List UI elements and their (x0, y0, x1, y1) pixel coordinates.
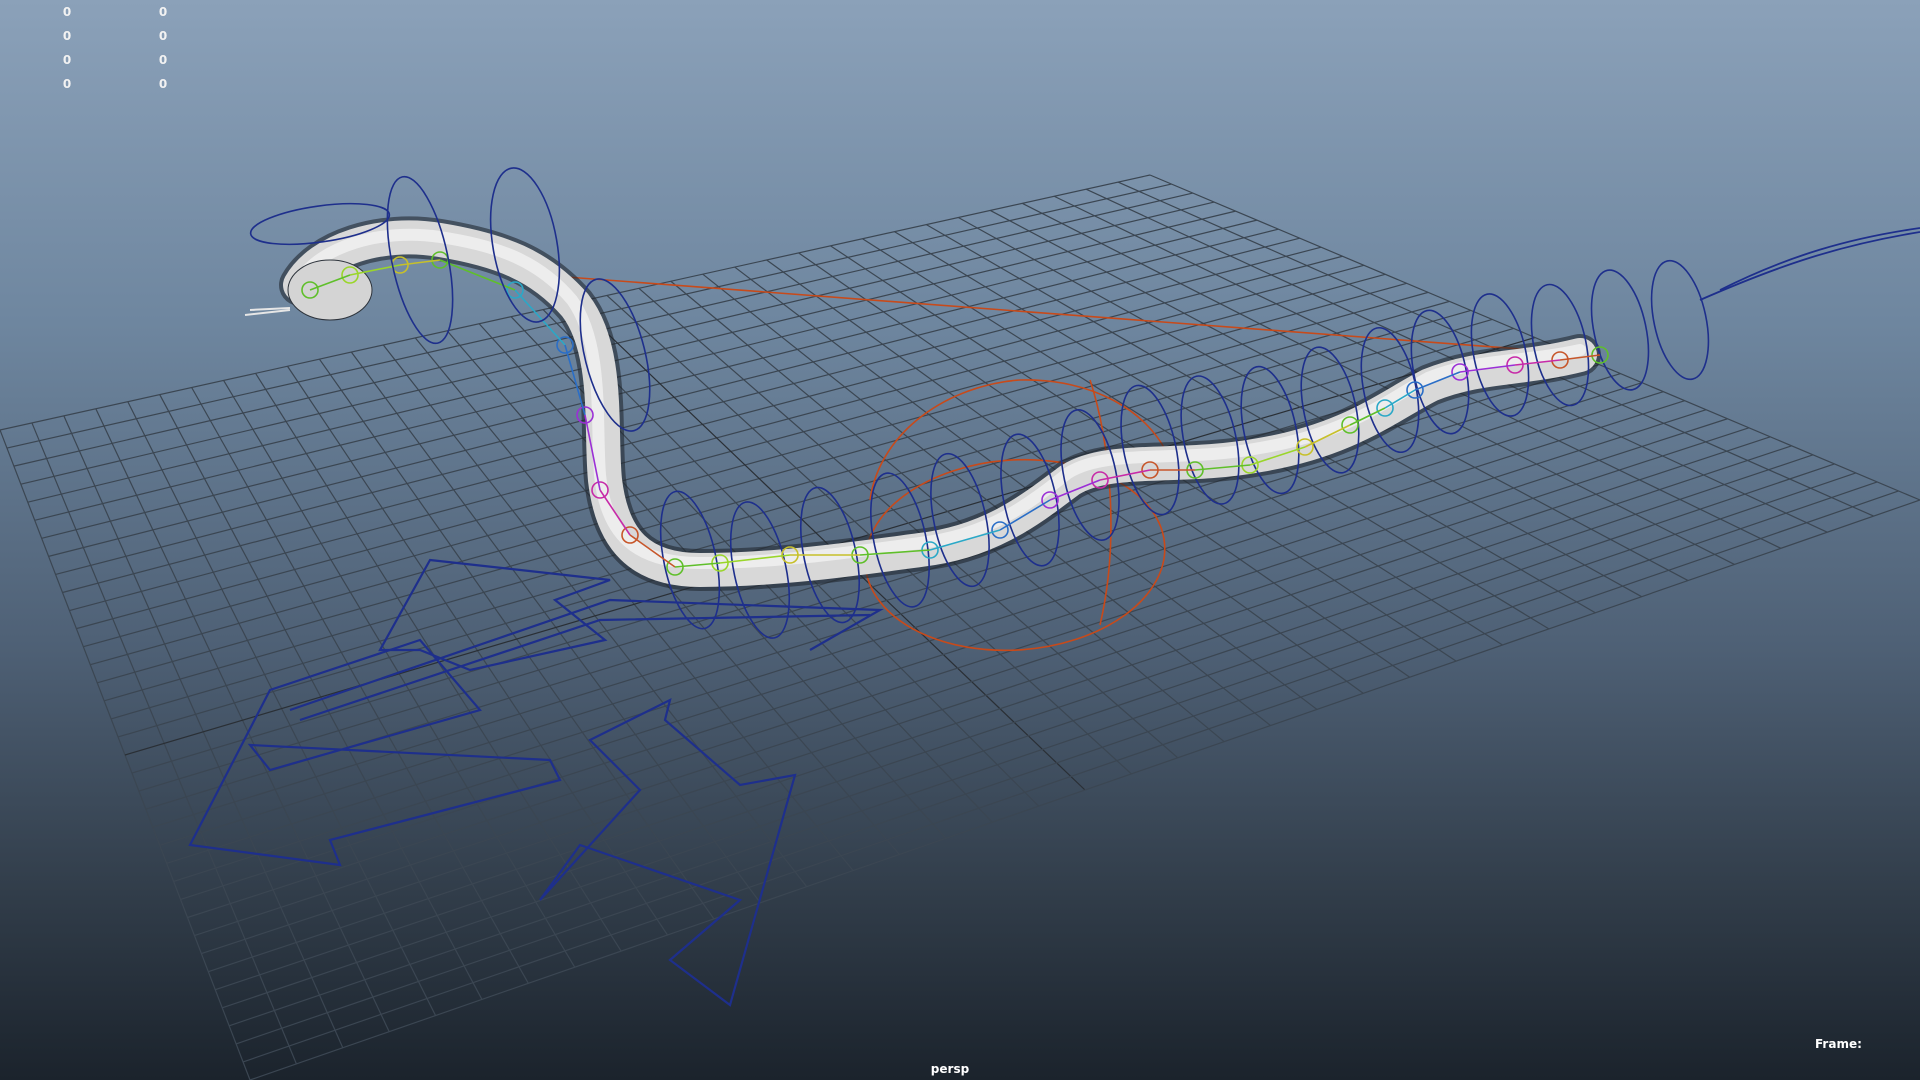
ring-control[interactable] (1582, 265, 1658, 395)
hud-value: 0 (62, 5, 72, 19)
grid-line (638, 287, 1179, 759)
grid-line (1021, 202, 1735, 565)
grid-line (222, 463, 1835, 1009)
grid-line (670, 280, 1225, 743)
grid-line (702, 273, 1271, 727)
ring-control[interactable] (1642, 256, 1718, 385)
maya-viewport[interactable]: 0 0 0 0 0 0 0 0 persp Frame: (0, 0, 1920, 1080)
grid-line (926, 224, 1596, 614)
grid-line (173, 400, 1685, 882)
hud-value: 0 (62, 53, 72, 67)
hud-value: 0 (62, 29, 72, 43)
hud-row: 0 0 (60, 72, 170, 96)
hud-readout: 0 0 0 0 0 0 0 0 (60, 0, 170, 96)
scene-canvas[interactable] (0, 0, 1920, 1080)
tail-control[interactable] (1699, 227, 1920, 301)
grid-line (152, 373, 1621, 828)
hud-row: 0 0 (60, 0, 170, 24)
hud-row: 0 0 (60, 24, 170, 48)
grid-line (228, 472, 1857, 1027)
hud-row: 0 0 (60, 48, 170, 72)
grid-line (242, 490, 1899, 1063)
camera-label: persp (930, 1062, 970, 1076)
hud-value: 0 (62, 77, 72, 91)
hud-value: 0 (158, 29, 168, 43)
hud-value: 0 (158, 5, 168, 19)
ring-control[interactable] (1171, 371, 1249, 509)
frame-label: Frame: (1815, 1037, 1862, 1051)
hud-value: 0 (158, 53, 168, 67)
hud-value: 0 (158, 77, 168, 91)
grid-line (159, 382, 1643, 846)
